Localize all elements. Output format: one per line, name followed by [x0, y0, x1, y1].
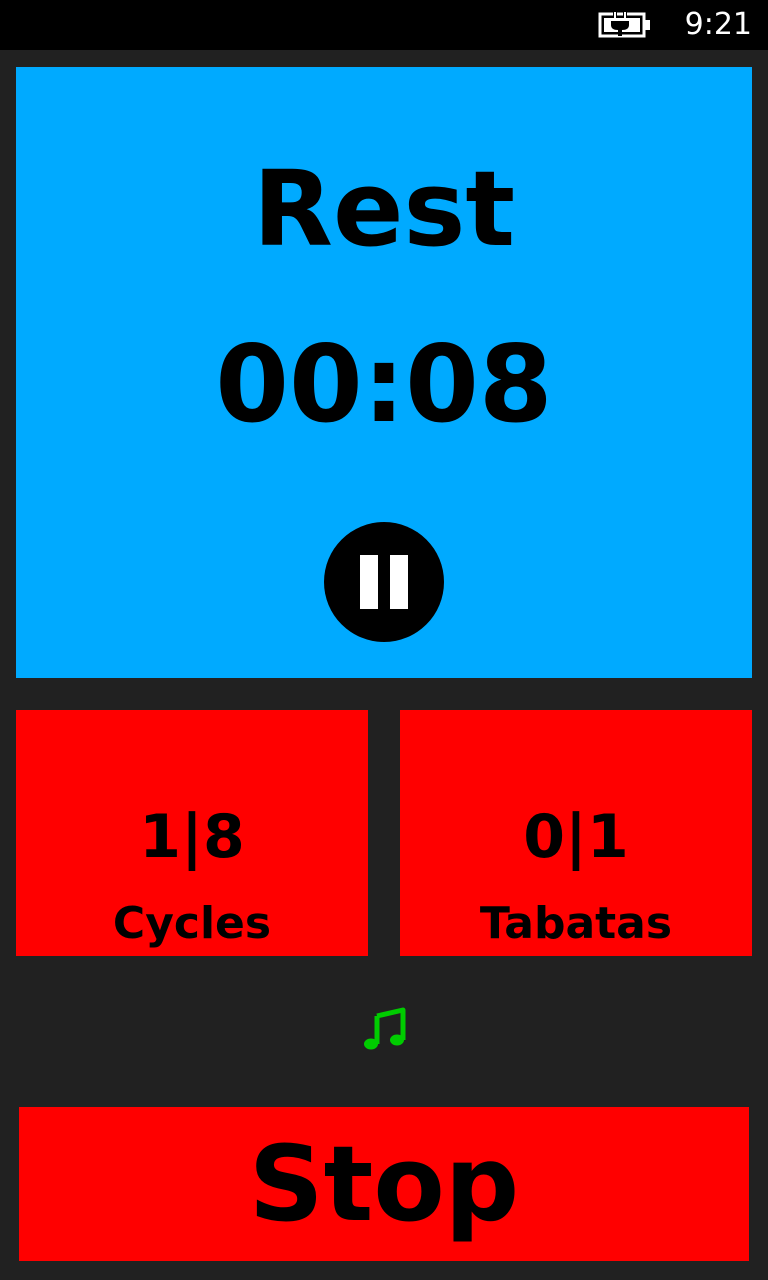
status-bar: 9:21: [0, 0, 768, 50]
status-time: 9:21: [684, 7, 752, 42]
tabatas-value: 0|1: [523, 802, 629, 872]
music-note-icon[interactable]: [362, 1006, 408, 1052]
battery-charging-icon: [598, 11, 650, 38]
tabatas-tile: 0|1 Tabatas: [400, 710, 752, 956]
cycles-label: Cycles: [112, 898, 272, 949]
cycles-tile: 1|8 Cycles: [16, 710, 368, 956]
countdown-time: 00:08: [215, 323, 553, 446]
pause-icon-bar: [390, 555, 408, 609]
cycles-value: 1|8: [139, 802, 245, 872]
timer-panel: Rest 00:08: [16, 67, 752, 678]
pause-icon: [360, 555, 378, 609]
tabatas-label: Tabatas: [479, 898, 673, 949]
stop-button[interactable]: Stop: [19, 1107, 749, 1261]
pause-button[interactable]: [324, 522, 444, 642]
phase-label: Rest: [252, 148, 516, 270]
